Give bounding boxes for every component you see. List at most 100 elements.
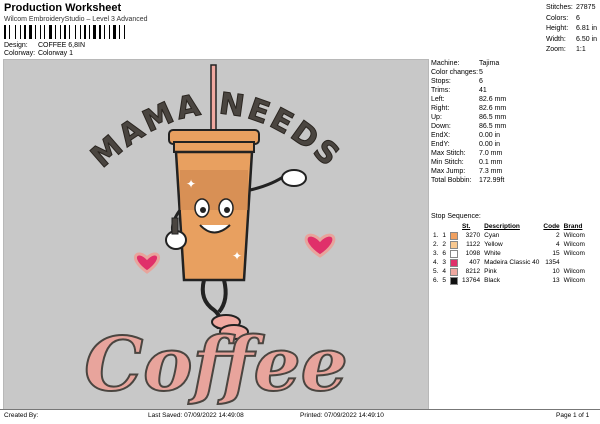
stop-number: 2. [433,241,439,248]
barcode-bar [119,25,120,39]
table-row: 2. 2 1122 Yellow 4 Wilcom [431,240,587,249]
spec-value: 5 [479,69,483,76]
spec-label: EndX: [431,132,451,139]
stop-number: 3. [433,250,439,257]
barcode-bar [9,25,10,39]
page-number: Page 1 of 1 [556,412,590,419]
stitch-count: 1122 [466,241,481,248]
spec-label: Trims: [431,87,451,94]
barcode-bar [117,25,118,39]
printed-date: Printed: 07/09/2022 14:49:10 [300,412,384,419]
barcode-bar [11,25,14,39]
table-row: 1. 1 3270 Cyan 2 Wilcom [431,231,587,240]
spec-row: Max Stitch: 7.0 mm [431,149,506,158]
barcode-bar [20,25,21,39]
color-swatch [450,231,459,240]
right-arm [249,173,287,192]
color-swatch [450,249,459,258]
heart-icon [134,252,160,274]
color-number: 1 [442,232,447,239]
stop-number: 4. [433,259,439,266]
spec-value: 82.6 mm [479,105,507,112]
color-number: 3 [442,259,447,266]
barcode-bar [113,25,116,39]
barcode-bar [33,25,34,39]
spec-label: Stops: [431,78,451,85]
barcode-bar [71,25,74,39]
swatch-cell [448,276,460,285]
spec-label: Max Jump: [431,168,466,175]
spec-row: Machine: Tajima [431,59,506,68]
design-value: COFFEE 6,8IN [37,42,86,49]
col-description: Description [484,223,520,230]
color-code: 10 [552,268,560,275]
summary-stats: Stitches: 27875 Colors: 6 Height: 6.81 in W… [546,3,597,56]
table-row: 3. 6 1098 White 15 Wilcom [431,249,587,258]
col-st: St. [462,223,471,230]
heart-icon [304,233,336,258]
software-subtitle: Wilcom EmbroideryStudio – Level 3 Advanc… [4,16,148,23]
barcode-bar [27,25,28,39]
spec-row: Color changes:5 [431,68,506,77]
stat-colors: Colors: 6 [546,14,580,22]
barcode-bar [60,25,61,39]
spec-value: 0.1 mm [479,159,503,166]
barcode-bar [64,25,66,39]
stop-sequence-title: Stop Sequence: [431,213,481,220]
barcode-bar [53,25,54,39]
spec-value: 41 [479,87,487,94]
spec-row: Up: 86.5 mm [431,113,506,122]
stitch-count: 407 [469,259,481,266]
spec-value: 86.5 mm [479,123,507,130]
color-description: Pink [484,268,497,275]
script-text: Coffee [84,322,348,408]
stat-stitches: Stitches: 27875 [546,4,596,11]
barcode-bar [97,25,98,39]
spec-value: 0.00 in [479,132,501,139]
created-by: Created By: [4,412,39,419]
color-swatch [450,276,459,285]
color-description: Yellow [484,241,503,248]
swatch-cell [448,240,460,249]
spec-value: 172.99ft [479,177,505,184]
machine-specs: Machine: Tajima Color changes:5 Stops: 6 Trim… [431,59,506,185]
stop-number: 5. [433,268,439,275]
barcode-bar [99,25,101,39]
swatch-cell [448,249,460,258]
stitch-count: 3270 [465,232,481,239]
spec-label: EndY: [431,141,450,148]
spec-value: 86.5 mm [479,114,507,121]
stitch-count: 1098 [465,250,481,257]
stat-width: Width: 6.50 in [546,35,598,43]
color-number: 6 [442,250,447,257]
spec-label: Right: [431,105,450,112]
barcode-bar [77,25,79,39]
design-label: Design: [4,42,28,49]
barcode-bar [87,25,88,39]
color-brand: Wilcom [563,241,585,248]
barcode-bar [35,25,36,39]
cup-lid-rim [173,141,255,153]
barcode-bar [40,25,41,39]
color-code: 1354 [545,259,560,266]
barcode-bar [15,25,16,39]
spec-value: 82.6 mm [479,96,507,103]
barcode-bar [84,25,86,39]
barcode-bar [57,25,59,39]
table-row: 5. 4 8212 Pink 10 Wilcom [431,267,587,276]
color-code: 4 [556,241,560,248]
color-code: 13 [552,277,560,284]
stop-number: 6. [433,277,439,284]
color-number: 2 [442,241,447,248]
spec-row: EndY: 0.00 in [431,140,506,149]
color-brand: Wilcom [563,268,585,275]
color-code: 2 [556,232,560,239]
barcode-bar [80,25,81,39]
spec-row: Left: 82.6 mm [431,95,506,104]
barcode-bar [44,25,45,39]
barcode [4,25,140,39]
stat-zoom: Zoom: 1:1 [546,46,586,53]
barcode-bar [124,25,125,39]
spec-value: 0.00 in [479,141,501,148]
color-swatch [450,258,459,267]
